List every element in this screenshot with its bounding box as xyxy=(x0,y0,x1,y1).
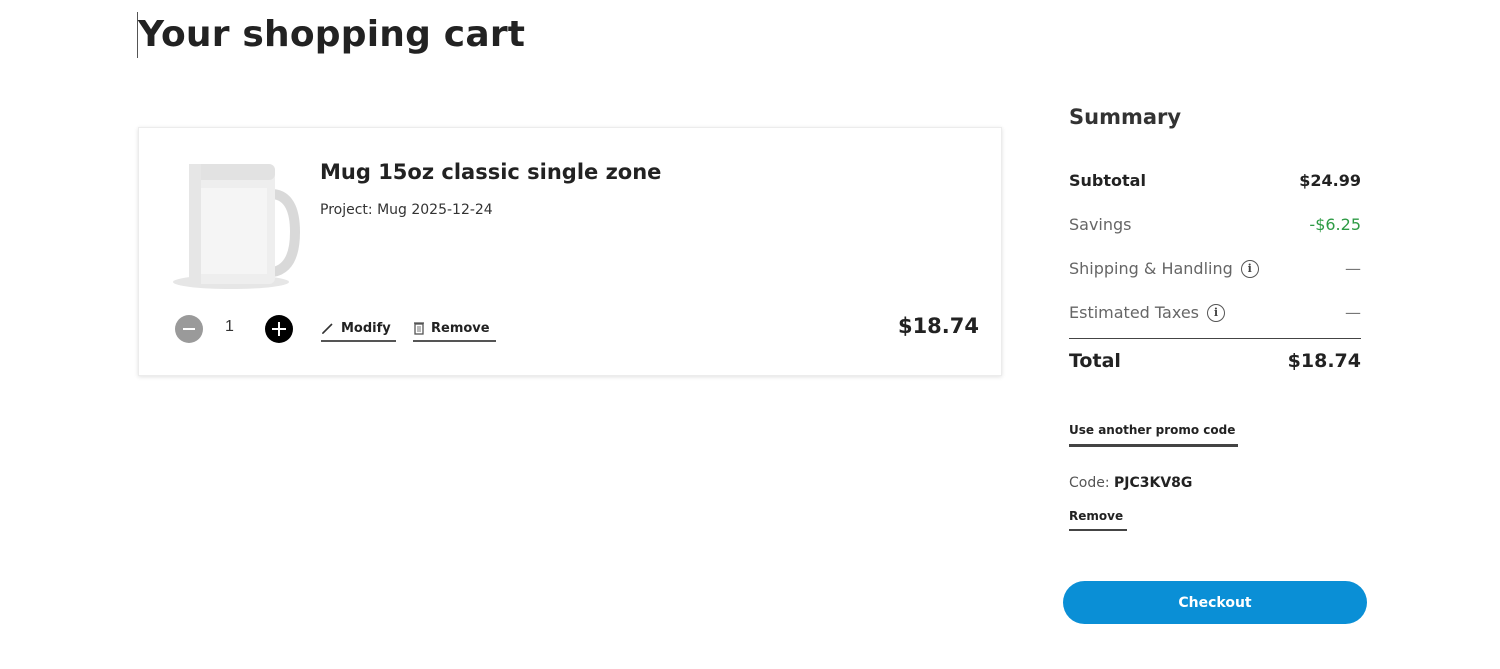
total-label: Total xyxy=(1069,350,1121,372)
increase-quantity-button[interactable] xyxy=(265,315,293,343)
total-row: Total $18.74 xyxy=(1069,350,1361,372)
promo-code-line: Code: PJC3KV8G xyxy=(1069,475,1192,491)
remove-label: Remove xyxy=(431,320,490,336)
shipping-value: — xyxy=(1345,259,1361,278)
total-value: $18.74 xyxy=(1287,350,1361,372)
taxes-row: Estimated Taxes i — xyxy=(1069,303,1361,322)
cart-item-card: Mug 15oz classic single zone Project: Mu… xyxy=(138,127,1002,376)
project-label: Project: Mug 2025-12-24 xyxy=(320,202,493,218)
promo-code-value: PJC3KV8G xyxy=(1114,475,1193,491)
checkout-button[interactable]: Checkout xyxy=(1063,581,1367,624)
savings-row: Savings -$6.25 xyxy=(1069,215,1361,234)
order-summary: Summary Subtotal $24.99 Savings -$6.25 S… xyxy=(1069,105,1361,531)
remove-promo-code-button[interactable]: Remove xyxy=(1069,509,1127,531)
savings-value: -$6.25 xyxy=(1309,215,1361,234)
pencil-icon xyxy=(322,323,333,334)
shipping-label: Shipping & Handling xyxy=(1069,259,1233,278)
modify-label: Modify xyxy=(341,320,391,336)
promo-code-prefix: Code: xyxy=(1069,475,1110,491)
shipping-row: Shipping & Handling i — xyxy=(1069,259,1361,278)
summary-title: Summary xyxy=(1069,105,1182,129)
subtotal-value: $24.99 xyxy=(1299,171,1361,190)
mug-product-image xyxy=(173,164,301,289)
quantity-value: 1 xyxy=(225,318,234,335)
trash-icon xyxy=(414,322,424,335)
summary-divider xyxy=(1069,338,1361,339)
product-name[interactable]: Mug 15oz classic single zone xyxy=(320,160,661,184)
shipping-info-icon[interactable]: i xyxy=(1240,259,1259,278)
modify-button[interactable]: Modify xyxy=(321,318,396,342)
page-title: Your shopping cart xyxy=(138,14,526,55)
taxes-info-icon[interactable]: i xyxy=(1207,303,1225,322)
remove-item-button[interactable]: Remove xyxy=(413,318,496,342)
subtotal-label: Subtotal xyxy=(1069,171,1146,190)
savings-label: Savings xyxy=(1069,215,1132,234)
item-price: $18.74 xyxy=(897,314,979,338)
taxes-value: — xyxy=(1345,303,1361,322)
use-another-promo-code-link[interactable]: Use another promo code xyxy=(1069,423,1238,447)
decrease-quantity-button[interactable] xyxy=(175,315,203,343)
taxes-label: Estimated Taxes xyxy=(1069,303,1199,322)
subtotal-row: Subtotal $24.99 xyxy=(1069,171,1361,190)
